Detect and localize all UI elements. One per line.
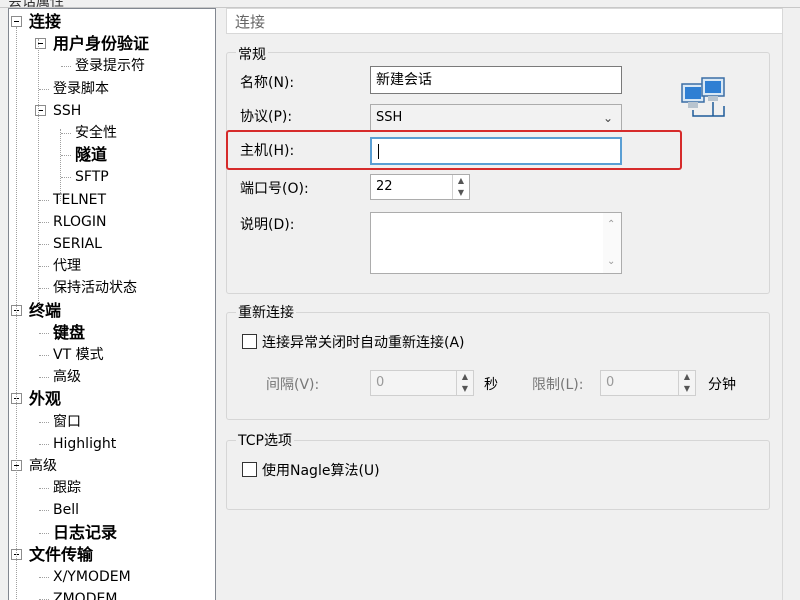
tree-item[interactable]: 窗口 (53, 411, 81, 433)
tree-connector (39, 532, 49, 534)
auto-reconnect-checkbox[interactable] (242, 334, 257, 349)
port-value: 22 (376, 179, 393, 194)
interval-label: 间隔(V): (266, 377, 320, 393)
tree-item[interactable]: SERIAL (53, 233, 102, 255)
tree-item[interactable]: Bell (53, 499, 79, 521)
tree-connector (61, 133, 71, 134)
tcp-group-label: TCP选项 (236, 430, 294, 450)
name-field[interactable]: 新建会话 (370, 66, 622, 94)
tree-item[interactable]: 代理 (53, 255, 81, 277)
chevron-down-icon: ⌄ (602, 111, 613, 125)
tree-connector (39, 510, 49, 512)
protocol-select[interactable]: SSH ⌄ (370, 104, 622, 132)
tree-connector (39, 377, 49, 379)
spin-down-icon[interactable]: ▼ (457, 383, 473, 395)
tree-connector (39, 488, 49, 490)
tree-item[interactable]: 隧道 (75, 144, 107, 166)
protocol-label: 协议(P): (240, 109, 293, 125)
tree-collapse-icon[interactable] (11, 16, 22, 27)
text-caret (378, 144, 379, 159)
scroll-up-icon[interactable]: ⌃ (607, 219, 615, 230)
tree-guide-line (60, 129, 61, 201)
description-field[interactable]: ⌃ ⌄ (370, 212, 622, 274)
tree-connector (39, 443, 49, 445)
tree-item[interactable]: X/YMODEM (53, 566, 131, 588)
tree-connector (39, 244, 49, 245)
tree-item[interactable]: 连接 (29, 11, 61, 33)
tree-item[interactable]: SFTP (75, 166, 109, 188)
tree-item[interactable]: 跟踪 (53, 477, 81, 499)
tree-item[interactable]: VT 模式 (53, 344, 104, 366)
scroll-down-icon[interactable]: ⌄ (607, 256, 615, 267)
spin-up-icon[interactable]: ▲ (679, 371, 695, 383)
nagle-label[interactable]: 使用Nagle算法(U) (262, 460, 380, 480)
tree-connector (39, 221, 49, 223)
tree-item[interactable]: 保持活动状态 (53, 277, 137, 299)
tree-connector (39, 88, 49, 90)
tree-item[interactable]: 日志记录 (53, 522, 117, 544)
window-right-edge (782, 8, 800, 600)
nagle-checkbox[interactable] (242, 462, 257, 477)
tree-connector (39, 266, 49, 268)
description-scrollbar[interactable]: ⌃ ⌄ (603, 213, 621, 273)
tree-item[interactable]: SSH (53, 100, 81, 122)
tree-item[interactable]: 高级 (29, 455, 57, 477)
category-tree[interactable]: 连接 用户身份验证 登录提示符 登录脚本 SSH 安全性 隧道 SFTP TELNET RLOGI… (8, 8, 216, 600)
limit-value: 0 (606, 375, 615, 390)
limit-stepper[interactable]: 0 ▲ ▼ (600, 370, 696, 396)
tree-item[interactable]: Highlight (53, 433, 116, 455)
tree-item[interactable]: 登录提示符 (75, 55, 145, 77)
tree-connector (61, 177, 71, 179)
auto-reconnect-label[interactable]: 连接异常关闭时自动重新连接(A) (262, 332, 465, 352)
tree-item[interactable]: 外观 (29, 388, 61, 410)
tree-item[interactable]: ZMODEM (53, 588, 117, 600)
description-label: 说明(D): (240, 217, 295, 233)
tree-item[interactable]: 安全性 (75, 122, 117, 144)
tree-connector (39, 355, 49, 356)
port-label: 端口号(O): (240, 181, 309, 197)
window-title-bar: 会话属性 (0, 0, 800, 8)
tree-connector (61, 155, 71, 157)
limit-label: 限制(L): (532, 377, 584, 393)
tree-item[interactable]: 键盘 (53, 322, 85, 344)
tree-collapse-icon[interactable] (35, 38, 46, 50)
limit-unit: 分钟 (708, 377, 736, 393)
interval-value: 0 (376, 375, 385, 390)
tree-item[interactable]: 高级 (53, 366, 81, 388)
tree-item[interactable]: 用户身份验证 (53, 33, 149, 55)
tree-connector (39, 199, 49, 201)
reconnect-group (226, 312, 770, 420)
tree-connector (39, 421, 49, 423)
interval-unit: 秒 (484, 377, 498, 393)
tree-item[interactable]: 登录脚本 (53, 78, 109, 100)
tree-guide-line (16, 27, 17, 600)
spin-up-icon[interactable]: ▲ (457, 371, 473, 383)
general-group-label: 常规 (236, 44, 268, 64)
tree-connector (61, 66, 71, 68)
port-stepper[interactable]: 22 ▲ ▼ (370, 174, 470, 200)
tree-connector (39, 332, 49, 334)
tree-item[interactable]: RLOGIN (53, 211, 107, 233)
protocol-value: SSH (376, 110, 403, 125)
spin-down-icon[interactable]: ▼ (679, 383, 695, 395)
name-label: 名称(N): (240, 75, 295, 91)
tree-collapse-icon[interactable] (35, 104, 46, 116)
tree-item[interactable]: 终端 (29, 300, 61, 322)
tree-connector (39, 577, 49, 578)
page-title: 连接 (226, 8, 784, 34)
spin-down-icon[interactable]: ▼ (453, 187, 469, 199)
network-computers-icon (681, 77, 725, 117)
tree-connector (39, 288, 49, 290)
host-label: 主机(H): (240, 143, 295, 159)
tree-item[interactable]: 文件传输 (29, 544, 93, 566)
reconnect-group-label: 重新连接 (236, 302, 296, 322)
tree-guide-line (38, 39, 39, 309)
interval-stepper[interactable]: 0 ▲ ▼ (370, 370, 474, 396)
spin-up-icon[interactable]: ▲ (453, 175, 469, 187)
host-input[interactable] (370, 137, 622, 165)
